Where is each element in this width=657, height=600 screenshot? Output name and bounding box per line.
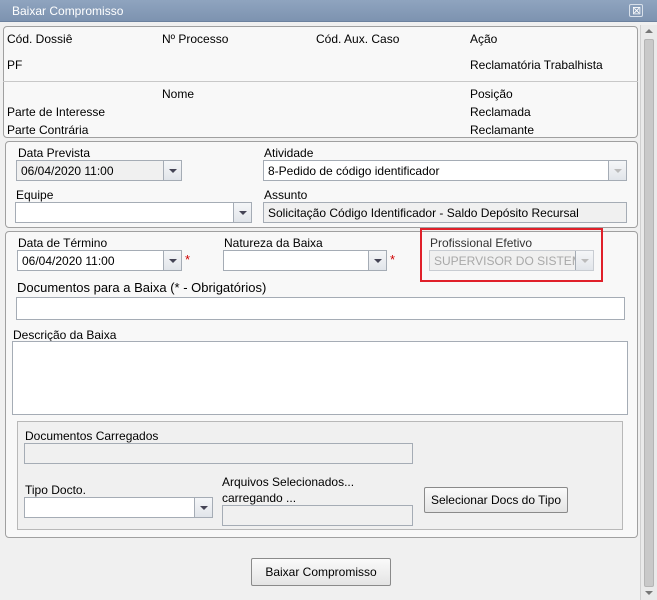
equipe-combo[interactable] [15, 202, 252, 223]
chevron-down-icon[interactable] [233, 203, 251, 222]
natureza-combo[interactable] [223, 250, 387, 271]
docs-carregados-label: Documentos Carregados [25, 429, 159, 443]
data-termino-combo[interactable]: 06/04/2020 11:00 [17, 250, 182, 271]
scroll-down-icon[interactable] [641, 587, 657, 600]
parte-contraria-label: Parte Contrária [7, 123, 89, 137]
data-prevista-combo[interactable]: 06/04/2020 11:00 [16, 160, 182, 181]
close-button[interactable]: ⊠ [629, 4, 643, 17]
arquivos-field[interactable] [222, 505, 413, 526]
parte-interesse-label: Parte de Interesse [7, 105, 106, 119]
chevron-down-icon[interactable] [194, 498, 212, 517]
docs-carregados-field[interactable] [24, 443, 413, 464]
scrollbar-thumb[interactable] [644, 39, 654, 587]
documentos-field[interactable] [16, 297, 625, 320]
natureza-label: Natureza da Baixa [224, 236, 323, 250]
tipo-docto-combo[interactable] [24, 497, 213, 518]
descricao-label: Descrição da Baixa [13, 328, 117, 342]
chevron-down-icon[interactable] [163, 251, 181, 270]
assunto-value: Solicitação Código Identificador - Saldo… [268, 206, 579, 220]
required-marker: * [390, 252, 396, 267]
acao-value: Reclamatória Trabalhista [470, 58, 603, 72]
scroll-up-icon[interactable] [641, 25, 657, 38]
header-processo: Nº Processo [162, 32, 229, 46]
header-posicao: Posição [470, 87, 513, 101]
data-termino-value: 06/04/2020 11:00 [22, 254, 115, 268]
selecionar-docs-button[interactable]: Selecionar Docs do Tipo [424, 487, 568, 513]
atividade-combo[interactable]: 8-Pedido de código identificador [263, 160, 627, 181]
data-prevista-label: Data Prevista [18, 146, 91, 160]
highlight-box [420, 228, 603, 282]
data-prevista-value: 06/04/2020 11:00 [21, 164, 114, 178]
header-nome: Nome [162, 87, 195, 101]
chevron-down-icon[interactable] [608, 161, 626, 180]
documentos-label: Documentos para a Baixa (* - Obrigatório… [17, 280, 267, 295]
carregando-label: carregando ... [222, 491, 297, 505]
baixar-compromisso-button[interactable]: Baixar Compromisso [251, 558, 391, 586]
dossie-value: PF [7, 58, 23, 72]
descricao-textarea[interactable] [12, 341, 628, 415]
atividade-value: 8-Pedido de código identificador [268, 164, 440, 178]
header-dossie: Cód. Dossiê [7, 32, 73, 46]
scrollbar[interactable] [640, 25, 657, 600]
atividade-label: Atividade [264, 146, 314, 160]
header-aux-caso: Cód. Aux. Caso [316, 32, 400, 46]
assunto-field[interactable]: Solicitação Código Identificador - Saldo… [263, 202, 627, 223]
chevron-down-icon[interactable] [368, 251, 386, 270]
chevron-down-icon[interactable] [163, 161, 181, 180]
data-termino-label: Data de Término [18, 236, 108, 250]
assunto-label: Assunto [264, 188, 308, 202]
info-divider [3, 81, 638, 82]
parte-contraria-posicao: Reclamante [470, 123, 535, 137]
tipo-docto-label: Tipo Docto. [25, 483, 86, 497]
equipe-label: Equipe [16, 188, 54, 202]
close-icon: ⊠ [632, 4, 642, 17]
arquivos-label: Arquivos Selecionados... [222, 475, 355, 489]
window-title: Baixar Compromisso [12, 4, 124, 18]
parte-interesse-posicao: Reclamada [470, 105, 531, 119]
header-acao: Ação [470, 32, 498, 46]
required-marker: * [185, 252, 191, 267]
